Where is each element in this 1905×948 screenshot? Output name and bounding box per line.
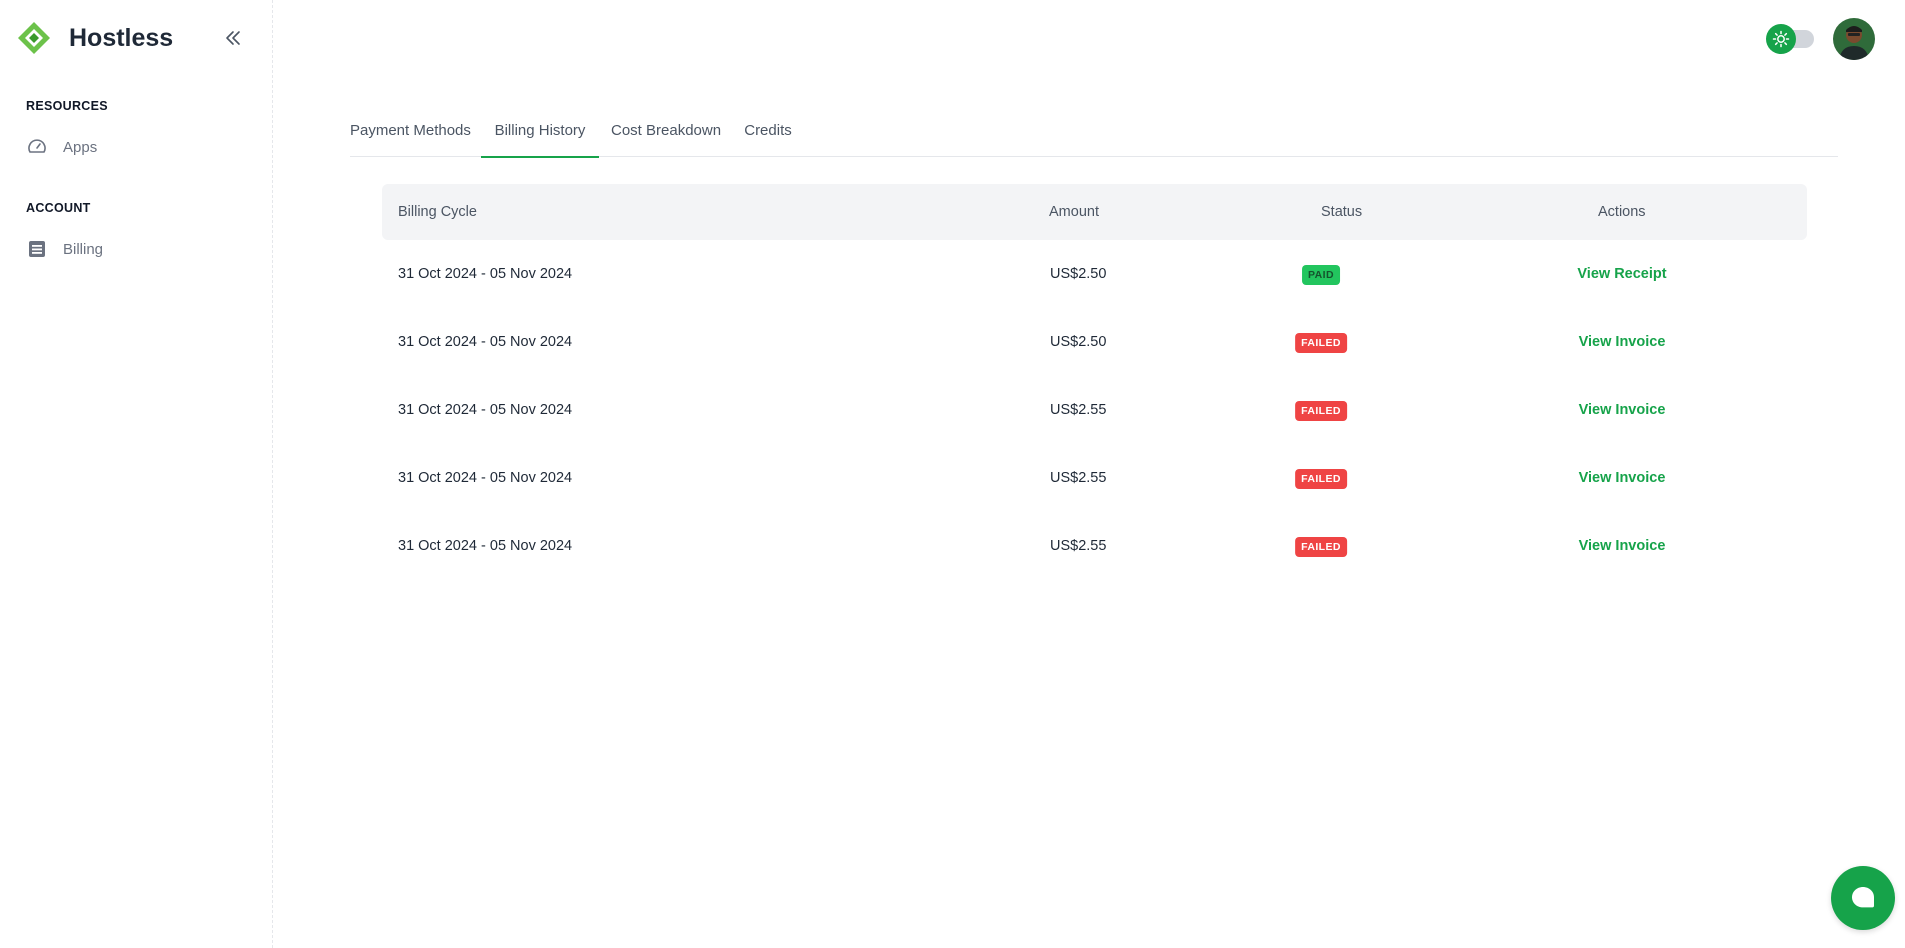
user-avatar[interactable] — [1833, 18, 1875, 60]
column-header-amount: Amount — [1049, 204, 1099, 220]
status-badge: FAILED — [1295, 333, 1347, 353]
billing-history-table: Billing Cycle Amount Status Actions 31 O… — [382, 184, 1807, 580]
view-invoice-link[interactable]: View Invoice — [1579, 512, 1666, 580]
view-invoice-link[interactable]: View Invoice — [1579, 308, 1666, 376]
view-receipt-link[interactable]: View Receipt — [1577, 240, 1666, 308]
brand-name: Hostless — [69, 24, 174, 52]
sun-icon — [1772, 30, 1790, 48]
sidebar-item-billing[interactable]: Billing — [26, 235, 103, 263]
sidebar: Hostless RESOURCES Apps ACCOUNT Billing — [0, 0, 273, 948]
billing-cycle-cell: 31 Oct 2024 - 05 Nov 2024 — [398, 266, 573, 282]
sidebar-item-label: Billing — [63, 240, 104, 258]
document-icon — [26, 238, 48, 260]
tab-cost-breakdown[interactable]: Cost Breakdown — [611, 110, 721, 156]
billing-cycle-cell: 31 Oct 2024 - 05 Nov 2024 — [398, 538, 573, 554]
amount-cell: US$2.50 — [1050, 266, 1107, 282]
status-badge: FAILED — [1295, 401, 1347, 421]
sidebar-item-label: Apps — [63, 138, 98, 156]
table-header: Billing Cycle Amount Status Actions — [382, 184, 1807, 240]
tab-credits[interactable]: Credits — [743, 110, 793, 156]
chat-support-button[interactable] — [1831, 866, 1895, 930]
amount-cell: US$2.55 — [1050, 402, 1107, 418]
table-row: 31 Oct 2024 - 05 Nov 2024 US$2.55 FAILED… — [382, 376, 1807, 444]
avatar-image — [1833, 18, 1875, 60]
view-invoice-link[interactable]: View Invoice — [1579, 376, 1666, 444]
amount-cell: US$2.50 — [1050, 334, 1107, 350]
section-label-account: ACCOUNT — [26, 201, 91, 215]
view-invoice-link[interactable]: View Invoice — [1579, 444, 1666, 512]
tab-billing-history[interactable]: Billing History — [481, 110, 599, 158]
gauge-icon — [26, 136, 48, 158]
billing-cycle-cell: 31 Oct 2024 - 05 Nov 2024 — [398, 334, 573, 350]
double-chevron-left-icon — [226, 31, 240, 45]
column-header-actions: Actions — [1598, 204, 1646, 220]
tab-payment-methods[interactable]: Payment Methods — [350, 110, 471, 156]
chat-bubble-icon — [1852, 887, 1874, 908]
hostless-logo-icon — [18, 22, 50, 54]
brand-logo[interactable] — [14, 18, 54, 58]
table-row: 31 Oct 2024 - 05 Nov 2024 US$2.50 FAILED… — [382, 308, 1807, 376]
sidebar-item-apps[interactable]: Apps — [26, 133, 97, 161]
column-header-status: Status — [1321, 204, 1363, 220]
collapse-sidebar-button[interactable] — [219, 24, 247, 52]
theme-toggle[interactable] — [1766, 24, 1818, 54]
table-row: 31 Oct 2024 - 05 Nov 2024 US$2.55 FAILED… — [382, 512, 1807, 580]
status-badge: FAILED — [1295, 469, 1347, 489]
status-badge: FAILED — [1295, 537, 1347, 557]
amount-cell: US$2.55 — [1050, 470, 1107, 486]
billing-cycle-cell: 31 Oct 2024 - 05 Nov 2024 — [398, 470, 573, 486]
billing-cycle-cell: 31 Oct 2024 - 05 Nov 2024 — [398, 402, 573, 418]
section-label-resources: RESOURCES — [26, 99, 108, 113]
amount-cell: US$2.55 — [1050, 538, 1107, 554]
toggle-knob — [1766, 24, 1796, 54]
table-row: 31 Oct 2024 - 05 Nov 2024 US$2.55 FAILED… — [382, 444, 1807, 512]
column-header-billing-cycle: Billing Cycle — [398, 204, 477, 220]
billing-tabs: Payment Methods Billing History Cost Bre… — [350, 110, 1838, 158]
table-row: 31 Oct 2024 - 05 Nov 2024 US$2.50 PAID V… — [382, 240, 1807, 308]
status-badge: PAID — [1302, 265, 1340, 285]
